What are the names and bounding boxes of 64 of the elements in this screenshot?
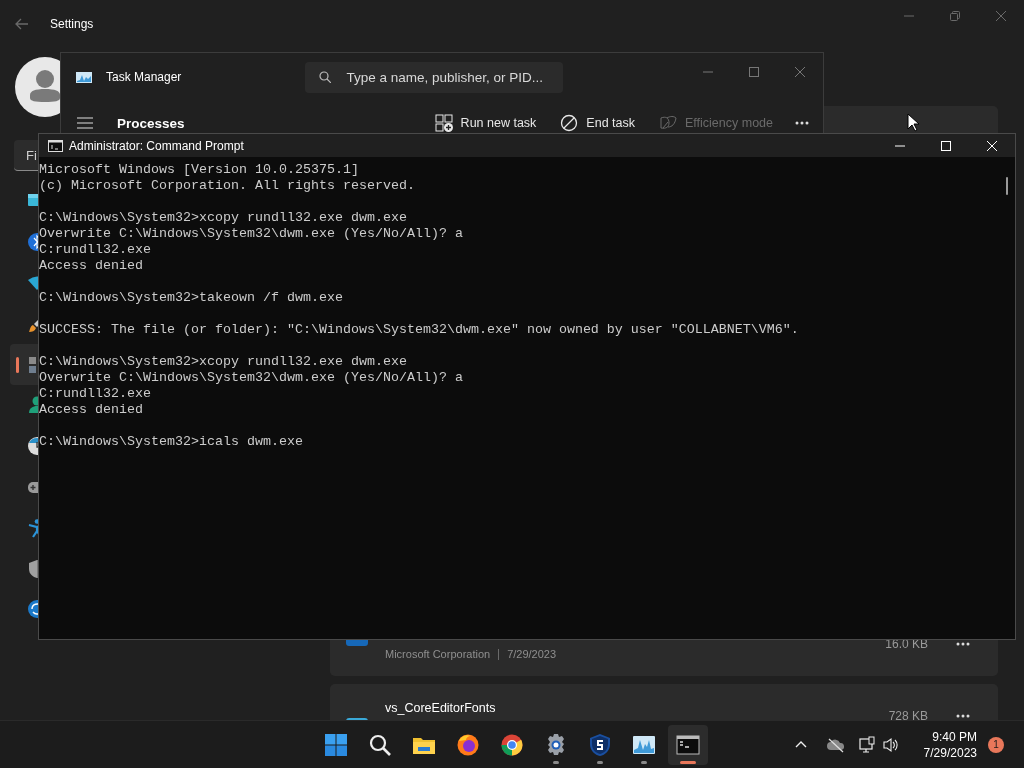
close-icon bbox=[986, 139, 998, 152]
clock-time[interactable]: 9:40 PM bbox=[932, 728, 977, 745]
more-icon[interactable] bbox=[795, 121, 809, 125]
console-line: (c) Microsoft Corporation. All rights reserved. bbox=[39, 178, 415, 194]
search-icon bbox=[319, 71, 332, 83]
install-date: 7/29/2023 bbox=[507, 648, 557, 660]
update-icon bbox=[27, 599, 38, 620]
terminal-icon bbox=[48, 139, 63, 152]
window-title: Settings bbox=[50, 17, 94, 31]
accessibility-icon bbox=[27, 517, 38, 538]
volume-icon[interactable] bbox=[882, 736, 898, 753]
chevron-up-icon[interactable] bbox=[794, 740, 807, 749]
taskbar-button[interactable] bbox=[668, 724, 708, 765]
page-title: Processes bbox=[117, 115, 185, 131]
console-line: Access denied bbox=[39, 258, 143, 274]
app-name: vs_CoreEditorFonts bbox=[385, 701, 497, 715]
firefox-icon bbox=[456, 732, 480, 757]
scrollbar-thumb[interactable] bbox=[1006, 177, 1008, 195]
run-task-icon bbox=[434, 114, 453, 132]
terminal-icon bbox=[676, 732, 700, 757]
start-icon bbox=[324, 732, 348, 757]
console-line: C:\Windows\System32>icals dwm.exe bbox=[39, 434, 303, 450]
console-line: C:\Windows\System32>takeown /f dwm.exe bbox=[39, 290, 343, 306]
cloud-off-icon[interactable] bbox=[826, 736, 845, 753]
menu-icon[interactable] bbox=[77, 117, 93, 129]
shield-icon bbox=[27, 558, 38, 579]
notification-badge[interactable]: 1 bbox=[988, 736, 1004, 753]
console-line: Overwrite C:\Windows\System32\dwm.exe (Yes/No/All)? a bbox=[39, 370, 463, 386]
window-title: Administrator: Command Prompt bbox=[69, 138, 244, 153]
mouse-pointer-icon bbox=[907, 113, 919, 132]
apps-icon bbox=[27, 354, 38, 375]
leaf-icon bbox=[659, 114, 677, 132]
person-icon bbox=[27, 395, 38, 416]
search-icon bbox=[368, 732, 392, 757]
maximize-icon bbox=[940, 139, 952, 152]
app-size: 728 KB bbox=[888, 709, 928, 720]
shield-icon bbox=[588, 732, 612, 757]
app-publisher: Microsoft Corporation bbox=[385, 648, 491, 660]
toolbar-button[interactable]: Run new task bbox=[426, 110, 545, 136]
avatar-icon bbox=[15, 57, 60, 117]
more-icon[interactable] bbox=[956, 714, 970, 718]
console-line: C:rundll32.exe bbox=[39, 386, 151, 402]
app-logo-icon bbox=[76, 70, 92, 84]
back-arrow-icon[interactable] bbox=[15, 18, 29, 30]
close-icon bbox=[794, 66, 806, 78]
clock-date[interactable]: 7/29/2023 bbox=[923, 744, 977, 761]
console-line: Overwrite C:\Windows\System32\dwm.exe (Yes/No/All)? a bbox=[39, 226, 463, 242]
console-line: C:\Windows\System32>xcopy rundll32.exe dwm.exe bbox=[39, 210, 407, 226]
prohibited-icon bbox=[560, 114, 579, 132]
restore-icon bbox=[949, 10, 961, 22]
toolbar-button[interactable]: End task bbox=[552, 110, 643, 136]
console-line: Access denied bbox=[39, 402, 143, 418]
console-line: Microsoft Windows [Version 10.0.25375.1] bbox=[39, 162, 359, 178]
network-icon[interactable] bbox=[858, 736, 875, 753]
console-line: SUCCESS: The file (or folder): "C:\Windows\System32\dwm.exe" now owned by user "COLLABNET\VM6". bbox=[39, 322, 799, 338]
search-field[interactable]: Fi bbox=[14, 140, 38, 171]
close-icon bbox=[995, 10, 1007, 22]
chrome-icon bbox=[500, 732, 524, 757]
console-line: C:\Windows\System32>xcopy rundll32.exe dwm.exe bbox=[39, 354, 407, 370]
maximize-icon bbox=[748, 66, 760, 78]
more-icon[interactable] bbox=[956, 642, 970, 646]
search-field[interactable]: Type a name, publisher, or PID... bbox=[305, 61, 564, 93]
console-line: C:rundll32.exe bbox=[39, 242, 151, 258]
window-title: Task Manager bbox=[106, 70, 182, 84]
